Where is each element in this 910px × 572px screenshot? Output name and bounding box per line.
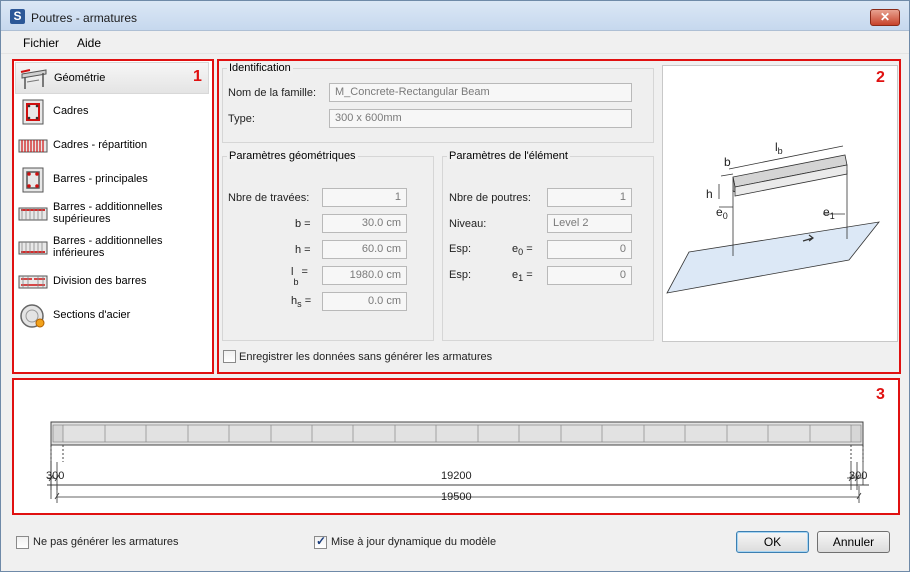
dynamic-update-checkbox[interactable]: ✓ — [314, 534, 327, 549]
region-number-3: 3 — [876, 386, 885, 403]
menu-bar: Fichier Aide — [1, 32, 909, 54]
no-generate-checkbox[interactable] — [16, 536, 29, 549]
region-1-outline — [12, 59, 214, 374]
window-title: Poutres - armatures — [31, 11, 138, 25]
dialog-window: S Poutres - armatures ✕ Fichier Aide Géo… — [0, 0, 910, 572]
ok-button[interactable]: OK — [736, 531, 809, 553]
checkmark-icon: ✓ — [316, 534, 327, 548]
no-generate-label: Ne pas générer les armatures — [33, 536, 179, 548]
region-number-2: 2 — [876, 69, 885, 86]
menu-aide[interactable]: Aide — [77, 36, 101, 50]
region-3-outline — [12, 378, 900, 515]
cancel-button[interactable]: Annuler — [817, 531, 890, 553]
close-button[interactable]: ✕ — [870, 9, 900, 26]
dynamic-update-label: Mise à jour dynamique du modèle — [331, 536, 497, 548]
region-2-outline — [217, 59, 901, 374]
menu-fichier[interactable]: Fichier — [23, 36, 59, 50]
app-icon: S — [10, 9, 25, 24]
region-number-1: 1 — [193, 68, 202, 85]
title-bar[interactable]: S Poutres - armatures ✕ — [1, 1, 909, 31]
